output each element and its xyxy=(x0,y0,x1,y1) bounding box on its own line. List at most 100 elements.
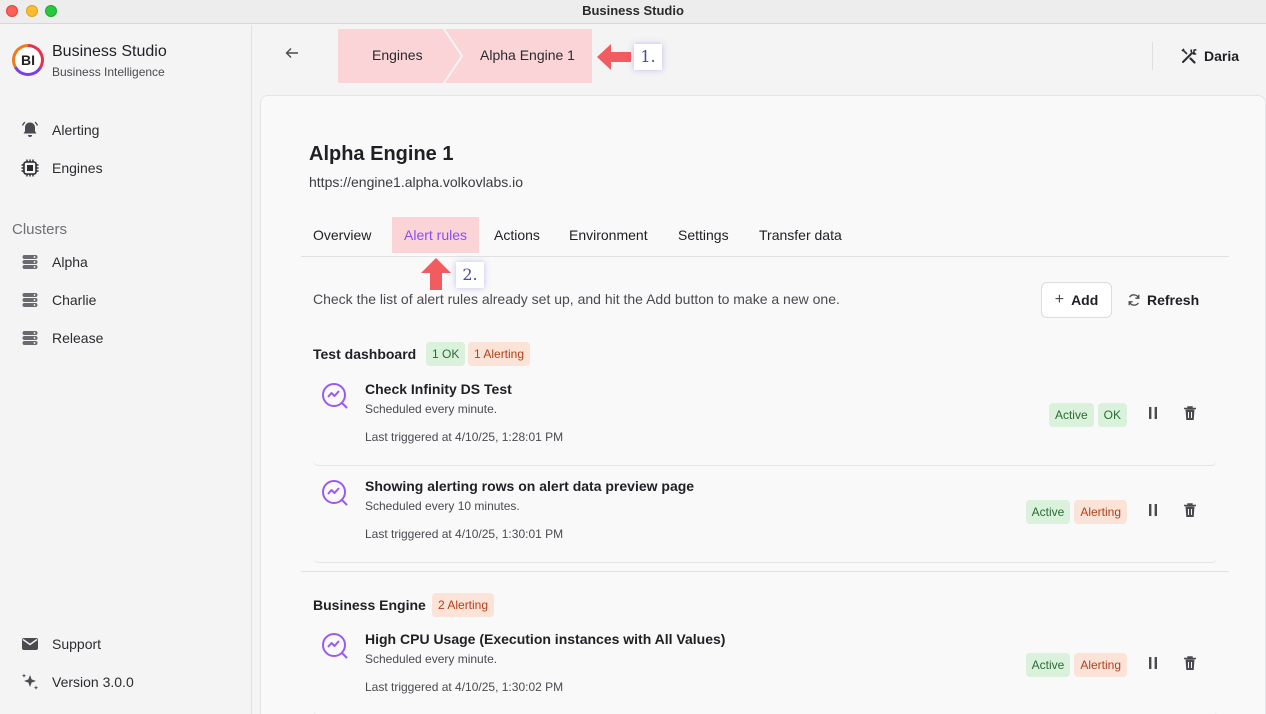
page-title: Alpha Engine 1 xyxy=(309,143,454,165)
alert-rule-name: High CPU Usage (Execution instances with… xyxy=(365,631,726,647)
alert-rule-row[interactable]: High CPU Usage (Execution instances with… xyxy=(313,624,1217,714)
alert-rule-badges: Active OK xyxy=(1048,403,1127,427)
sidebar-item-engines[interactable]: Engines xyxy=(20,156,103,180)
bell-icon xyxy=(21,121,39,137)
breadcrumb-separator xyxy=(443,29,464,83)
alert-rule-row[interactable]: Showing alerting rows on alert data prev… xyxy=(313,471,1217,563)
window-titlebar: Business Studio xyxy=(0,0,1266,24)
sidebar-item-version[interactable]: Version 3.0.0 xyxy=(20,670,134,694)
sidebar-item-alerting[interactable]: Alerting xyxy=(20,118,99,142)
sidebar-item-release[interactable]: Release xyxy=(20,326,103,350)
sidebar-item-charlie[interactable]: Charlie xyxy=(20,288,96,312)
group-divider xyxy=(301,571,1229,572)
brand-logo: BI xyxy=(12,44,44,76)
engine-card: Alpha Engine 1 https://engine1.alpha.vol… xyxy=(260,95,1266,714)
pause-button[interactable] xyxy=(1145,405,1161,423)
sidebar-item-support[interactable]: Support xyxy=(20,632,101,656)
breadcrumb-engines[interactable]: Engines xyxy=(372,47,423,63)
sparkle-icon xyxy=(21,673,39,690)
server-icon xyxy=(22,331,38,345)
sidebar-item-label: Alpha xyxy=(52,254,88,270)
header-divider xyxy=(1152,42,1153,70)
refresh-button-label: Refresh xyxy=(1147,292,1200,308)
tabs: Overview Alert rules Actions Environment… xyxy=(301,217,1229,257)
rule-state-badge: Active xyxy=(1025,500,1071,524)
mail-icon xyxy=(22,638,38,650)
pause-button[interactable] xyxy=(1145,502,1161,520)
trash-icon xyxy=(1184,503,1196,517)
breadcrumb: Engines Alpha Engine 1 xyxy=(338,29,592,83)
engine-url: https://engine1.alpha.volkovlabs.io xyxy=(309,174,524,190)
rule-status-badge: Alerting xyxy=(1074,653,1127,677)
tools-icon xyxy=(1181,48,1197,64)
alert-rule-name: Check Infinity DS Test xyxy=(365,381,512,397)
plus-icon: + xyxy=(1054,291,1065,308)
annotation-label-1: 1. xyxy=(634,44,662,70)
server-icon xyxy=(22,255,38,269)
delete-button[interactable] xyxy=(1183,502,1199,520)
group-ok-count-badge: 1 OK xyxy=(426,342,466,366)
alert-rule-schedule: Scheduled every minute. xyxy=(365,402,498,416)
trash-icon xyxy=(1184,656,1196,670)
tab-actions[interactable]: Actions xyxy=(482,217,552,253)
annotation-label-2: 2. xyxy=(456,262,484,288)
brand-title: Business Studio xyxy=(52,43,167,60)
alert-rule-badges: Active Alerting xyxy=(1025,653,1127,677)
rule-status-badge: Alerting xyxy=(1074,500,1127,524)
group-alerting-count-badge: 1 Alerting xyxy=(468,342,531,366)
annotation-arrow-up-icon xyxy=(421,258,451,290)
user-menu-button[interactable]: Daria xyxy=(1180,46,1239,66)
window-title: Business Studio xyxy=(582,3,684,18)
arrow-left-icon xyxy=(285,48,298,58)
delete-button[interactable] xyxy=(1183,655,1199,673)
alert-rule-row[interactable]: Check Infinity DS Test Scheduled every m… xyxy=(313,374,1217,466)
alert-rule-last-triggered: Last triggered at 4/10/25, 1:30:02 PM xyxy=(365,680,564,694)
tab-transfer-data[interactable]: Transfer data xyxy=(747,217,854,253)
alert-rule-last-triggered: Last triggered at 4/10/25, 1:30:01 PM xyxy=(365,527,564,541)
alert-rules-description: Check the list of alert rules already se… xyxy=(313,291,840,307)
alert-rule-schedule: Scheduled every minute. xyxy=(365,652,498,666)
sidebar-item-alpha[interactable]: Alpha xyxy=(20,250,88,274)
rule-state-badge: Active xyxy=(1048,403,1094,427)
add-button[interactable]: + Add xyxy=(1041,282,1112,318)
pause-button[interactable] xyxy=(1145,655,1161,673)
tab-alert-rules[interactable]: Alert rules xyxy=(392,217,480,253)
server-icon xyxy=(22,293,38,307)
sidebar-item-label: Release xyxy=(52,330,104,346)
user-name: Daria xyxy=(1204,48,1240,64)
chip-icon xyxy=(21,159,39,177)
breadcrumb-current: Alpha Engine 1 xyxy=(480,47,575,63)
alert-rule-chart-icon xyxy=(322,633,348,659)
alert-rule-schedule: Scheduled every 10 minutes. xyxy=(365,499,520,513)
tab-overview[interactable]: Overview xyxy=(301,217,383,253)
sidebar-item-label: Alerting xyxy=(52,122,100,138)
add-button-label: Add xyxy=(1071,292,1099,308)
rule-status-badge: OK xyxy=(1097,403,1127,427)
alert-rule-chart-icon xyxy=(322,480,348,506)
rule-state-badge: Active xyxy=(1025,653,1071,677)
alert-rule-badges: Active Alerting xyxy=(1025,500,1127,524)
tab-environment[interactable]: Environment xyxy=(557,217,660,253)
delete-button[interactable] xyxy=(1183,405,1199,423)
brand-logo-text: BI xyxy=(15,47,41,73)
back-button[interactable] xyxy=(282,46,302,66)
brand-subtitle: Business Intelligence xyxy=(52,65,165,79)
group-alerting-count-badge: 2 Alerting xyxy=(432,593,495,617)
group-title: Business Engine xyxy=(313,597,426,613)
pause-icon xyxy=(1149,657,1157,669)
refresh-icon xyxy=(1128,294,1140,306)
trash-icon xyxy=(1184,406,1196,420)
clusters-heading: Clusters xyxy=(12,221,68,238)
pause-icon xyxy=(1149,504,1157,516)
alert-rule-name: Showing alerting rows on alert data prev… xyxy=(365,478,695,494)
annotation-arrow-left-icon xyxy=(597,44,631,70)
alert-rule-chart-icon xyxy=(322,383,348,409)
sidebar-item-label: Charlie xyxy=(52,292,97,308)
sidebar: BI Business Studio Business Intelligence… xyxy=(0,25,252,714)
group-title: Test dashboard xyxy=(313,346,417,362)
tab-settings[interactable]: Settings xyxy=(666,217,741,253)
sidebar-item-label: Version 3.0.0 xyxy=(52,674,134,690)
sidebar-item-label: Engines xyxy=(52,160,103,176)
pause-icon xyxy=(1149,407,1157,419)
refresh-button[interactable]: Refresh xyxy=(1127,282,1199,318)
